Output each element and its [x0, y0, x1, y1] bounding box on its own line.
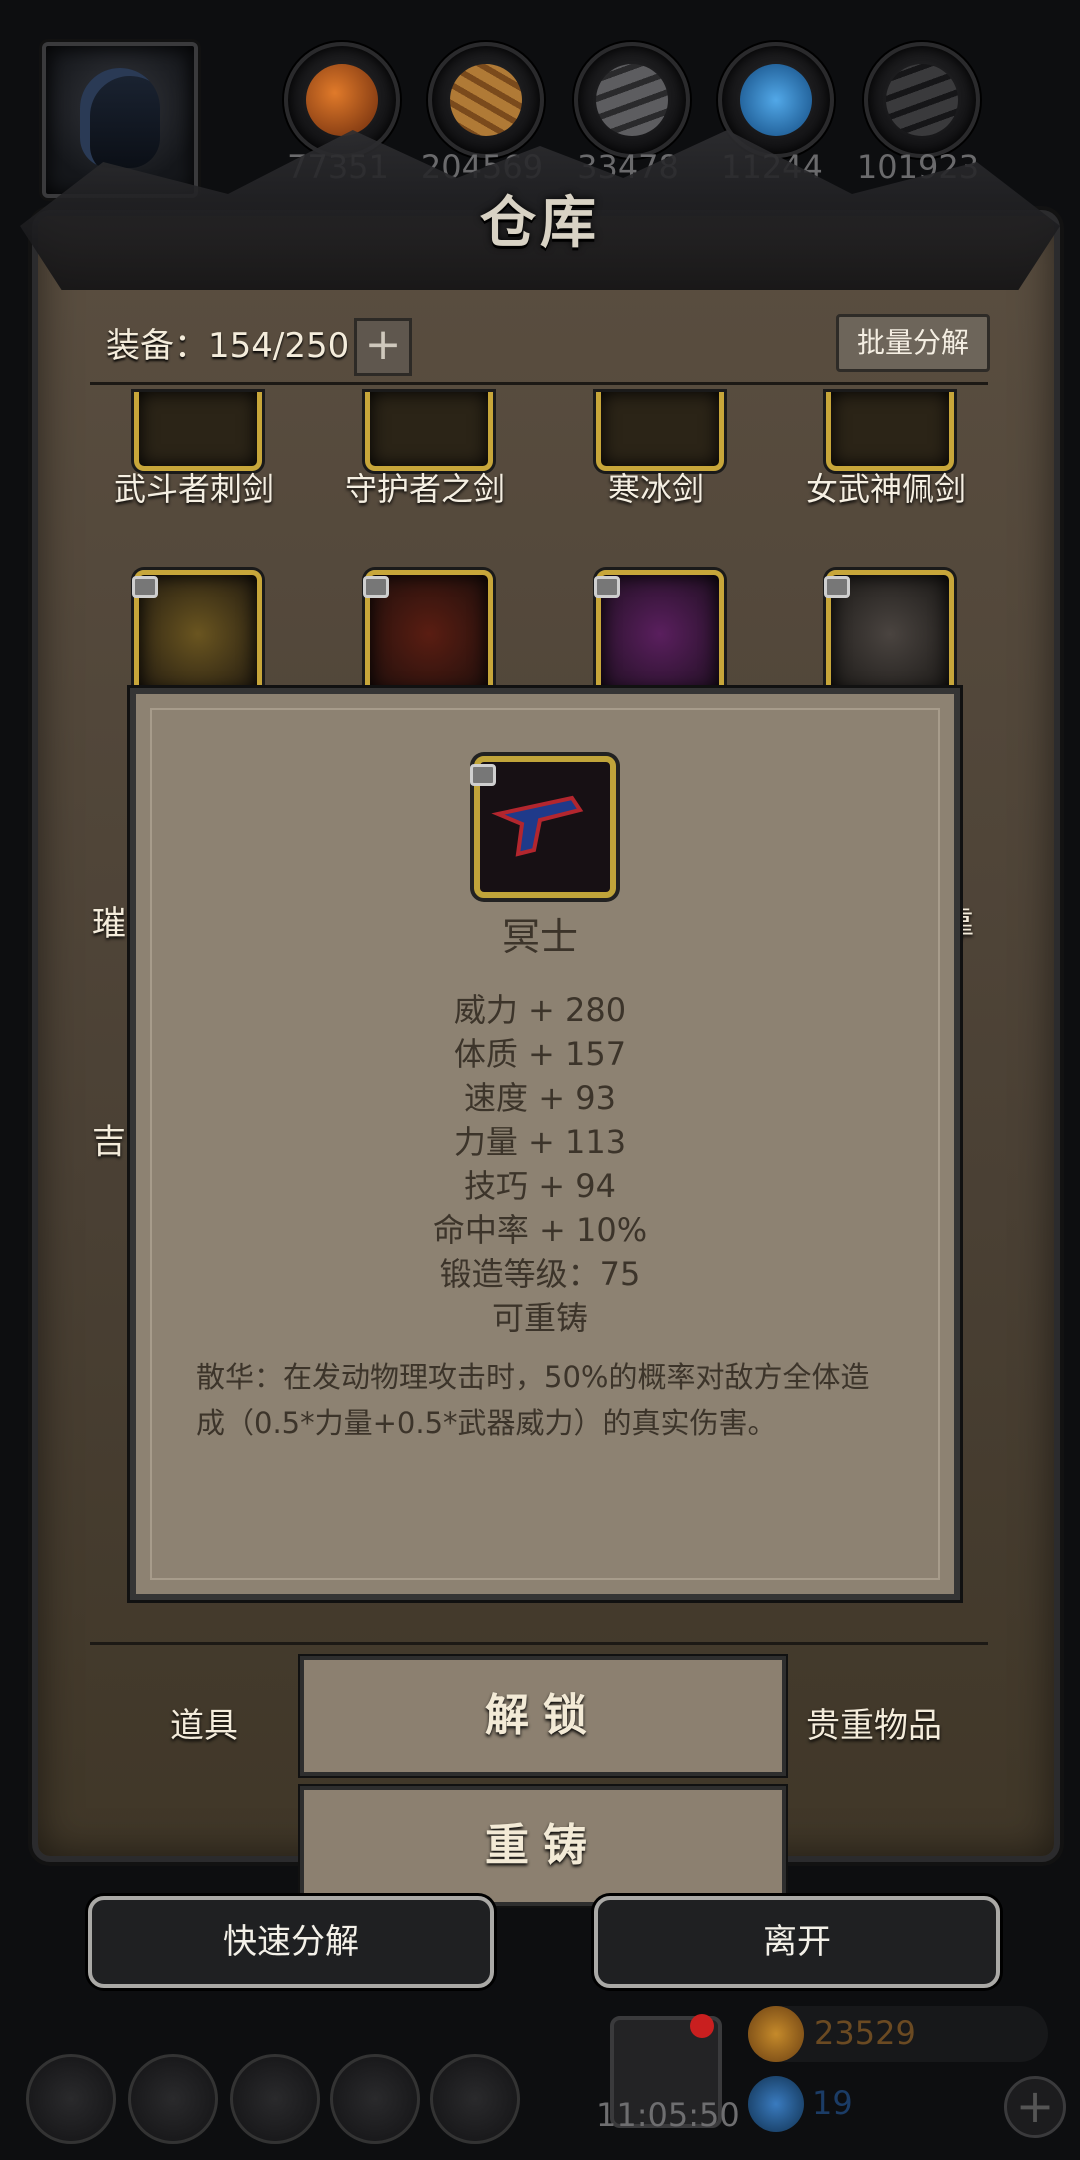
orange-ore-icon — [306, 64, 378, 136]
ice-sword-icon[interactable] — [596, 392, 724, 471]
divider — [90, 382, 988, 385]
dagger-icon[interactable] — [134, 392, 262, 471]
item-name: 守护者之剑 — [344, 470, 505, 508]
gold-amount: 23529 — [814, 2014, 916, 2052]
gem-amount: 19 — [812, 2084, 853, 2122]
item-name: 寒冰剑 — [607, 470, 704, 508]
divider — [90, 1642, 988, 1645]
lock-icon — [132, 576, 158, 598]
resource-wood[interactable] — [428, 42, 544, 158]
mail-icon[interactable] — [330, 2054, 420, 2144]
add-currency-button[interactable]: + — [1004, 2076, 1066, 2138]
iron-ingot-icon — [596, 64, 668, 136]
gold-coin-icon — [748, 2006, 804, 2062]
tab-valuables[interactable]: 贵重物品 — [806, 1698, 942, 1747]
equipment-capacity: 装备：154/250 — [106, 326, 350, 366]
lock-icon — [470, 764, 496, 786]
stat-speed: 速度 + 93 — [464, 1079, 616, 1117]
resource-iron[interactable] — [574, 42, 690, 158]
gem-icon — [748, 2076, 804, 2132]
swords-icon[interactable] — [430, 2054, 520, 2144]
bulk-dismantle-button[interactable]: 批量分解 — [836, 314, 990, 372]
quick-dismantle-button[interactable]: 快速分解 — [88, 1896, 494, 1988]
star-icon[interactable] — [128, 2054, 218, 2144]
stat-power: 威力 + 280 — [453, 991, 627, 1029]
item-description: 散华：在发动物理攻击时，50%的概率对敌方全体造成（0.5*力量+0.5*武器威… — [196, 1360, 870, 1440]
stat-forge-level: 锻造等级：75 — [439, 1255, 641, 1293]
notification-dot — [690, 2014, 714, 2038]
resource-coal[interactable] — [864, 42, 980, 158]
expand-capacity-button[interactable]: + — [354, 318, 412, 376]
stat-constitution: 体质 + 157 — [453, 1035, 627, 1073]
lock-icon — [594, 576, 620, 598]
unlock-button[interactable]: 解锁 — [300, 1656, 786, 1776]
coal-icon — [886, 64, 958, 136]
item-name: 冥士 — [501, 915, 578, 959]
lock-icon — [824, 576, 850, 598]
wood-icon — [450, 64, 522, 136]
avatar-portrait — [80, 68, 160, 168]
item-name: 武斗者刺剑 — [113, 470, 274, 508]
character-icon[interactable] — [230, 2054, 320, 2144]
stat-strength: 力量 + 113 — [453, 1123, 627, 1161]
item-name-partial: 璀 — [92, 904, 126, 944]
settings-icon[interactable] — [26, 2054, 116, 2144]
item-name-partial: 吉 — [92, 1122, 126, 1162]
greatsword-icon[interactable] — [365, 392, 493, 471]
stat-skill: 技巧 + 94 — [464, 1167, 616, 1205]
stat-hit-rate: 命中率 + 10% — [432, 1211, 648, 1249]
tab-items[interactable]: 道具 — [170, 1698, 238, 1747]
rapier-icon[interactable] — [826, 392, 954, 471]
lock-icon — [363, 576, 389, 598]
leave-button[interactable]: 离开 — [594, 1896, 1000, 1988]
page-title: 仓库 — [480, 191, 600, 256]
crystal-icon — [740, 64, 812, 136]
item-name: 女武神佩剑 — [805, 470, 966, 508]
game-clock: 11:05:50 — [596, 2096, 740, 2134]
reforge-button[interactable]: 重铸 — [300, 1786, 786, 1906]
stat-reforgeable: 可重铸 — [491, 1299, 588, 1337]
